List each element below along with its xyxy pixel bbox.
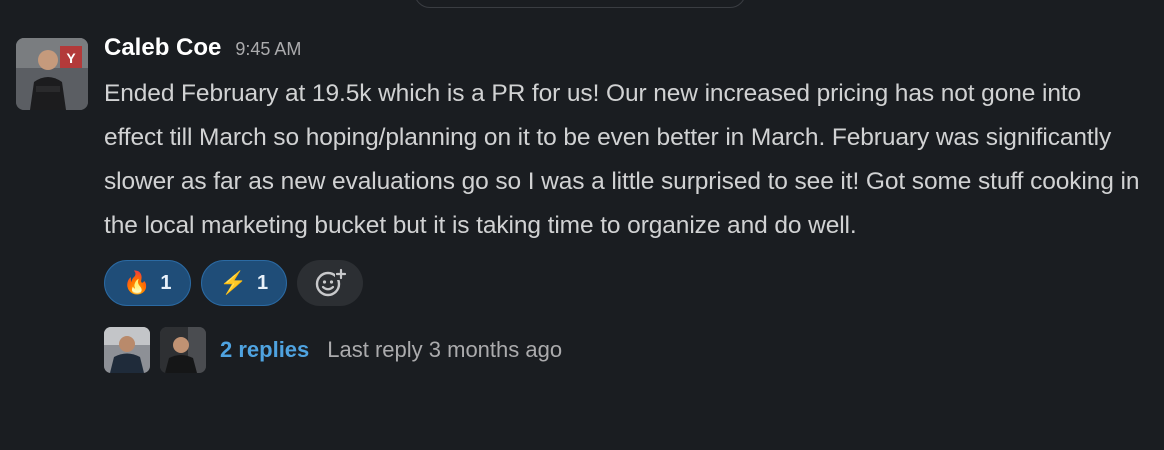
- fire-emoji-icon: 🔥: [123, 270, 151, 295]
- message-timestamp[interactable]: 9:45 AM: [235, 39, 301, 60]
- last-reply-text: Last reply 3 months ago: [327, 337, 563, 362]
- reaction-fire[interactable]: 🔥 1: [104, 260, 191, 306]
- svg-text:Y: Y: [66, 50, 76, 66]
- replies-link[interactable]: 2 replies: [220, 337, 309, 363]
- reply-avatar[interactable]: [160, 327, 206, 373]
- reaction-count: 1: [256, 271, 269, 294]
- reaction-count: 1: [160, 271, 172, 294]
- reply-avatar[interactable]: [104, 327, 150, 373]
- message-text: Ended February at 19.5k which is a PR fo…: [104, 80, 1140, 239]
- date-divider-pill[interactable]: [414, 0, 746, 8]
- reactions-bar: 🔥 1 ⚡ 1: [104, 260, 1144, 306]
- thread-summary[interactable]: 2 replies Last reply 3 months ago: [104, 326, 1144, 374]
- high-voltage-emoji-icon: ⚡: [219, 270, 247, 295]
- add-reaction-icon: [315, 268, 348, 297]
- author-avatar[interactable]: Y: [16, 38, 88, 110]
- author-name[interactable]: Caleb Coe: [104, 34, 221, 62]
- reaction-high-voltage[interactable]: ⚡ 1: [200, 260, 288, 306]
- add-reaction-button[interactable]: [297, 260, 364, 306]
